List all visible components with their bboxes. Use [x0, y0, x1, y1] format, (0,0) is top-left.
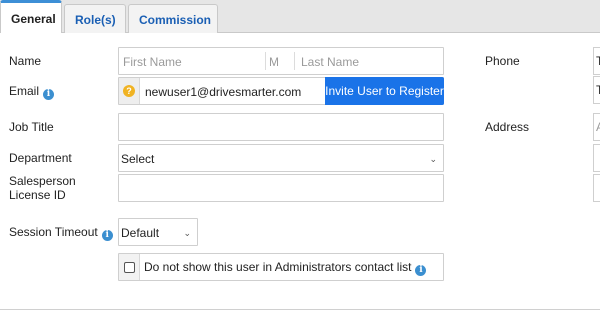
email-label-text: Email: [9, 84, 40, 98]
email-status-indicator: ?: [119, 78, 140, 104]
salesperson-license-label: Salesperson License ID: [9, 174, 76, 202]
job-title-input[interactable]: [118, 113, 444, 141]
session-timeout-selected-value: Default: [121, 226, 160, 240]
department-selected-value: Select: [121, 152, 155, 166]
salesperson-label-line2: License ID: [9, 188, 66, 202]
invite-user-button[interactable]: Invite User to Register: [325, 77, 444, 105]
session-timeout-select[interactable]: Default ⌄: [118, 218, 198, 246]
address-input-2[interactable]: [593, 144, 600, 172]
address-label: Address: [485, 120, 530, 134]
tab-general[interactable]: General: [0, 0, 62, 34]
hide-contact-label: Do not show this user in Administrators …: [144, 260, 427, 276]
first-name-input[interactable]: First Name: [123, 55, 182, 69]
session-timeout-label-text: Session Timeout: [9, 225, 98, 239]
middle-initial-input[interactable]: M: [269, 55, 279, 69]
chevron-down-icon: ⌄: [429, 154, 437, 164]
chevron-down-icon: ⌄: [183, 228, 191, 238]
phone-input-text: T: [596, 54, 600, 68]
address-input-text: A: [596, 120, 600, 134]
email-label: Email i: [9, 84, 55, 100]
phone-input-2[interactable]: T: [593, 76, 600, 104]
general-panel: Name First Name M Last Name Phone T T Em…: [0, 33, 600, 310]
tab-roles[interactable]: Role(s): [64, 4, 126, 34]
last-name-input[interactable]: Last Name: [301, 55, 359, 69]
email-field-group: ? newuser1@drivesmarter.com Invite User …: [118, 77, 444, 105]
name-field-group: First Name M Last Name: [118, 47, 444, 75]
tab-commission[interactable]: Commission: [128, 4, 218, 34]
divider: [265, 52, 266, 70]
phone-input[interactable]: T: [593, 47, 600, 75]
tab-strip: General Role(s) Commission: [0, 0, 600, 34]
phone-input-2-text: T: [596, 83, 600, 97]
info-icon[interactable]: i: [101, 229, 113, 241]
question-icon: ?: [123, 85, 135, 97]
hide-contact-option: Do not show this user in Administrators …: [118, 253, 444, 281]
address-input-3[interactable]: [593, 174, 600, 202]
address-input[interactable]: A: [593, 113, 600, 141]
phone-label: Phone: [485, 54, 520, 68]
divider: [294, 52, 295, 70]
info-icon[interactable]: i: [415, 264, 427, 276]
session-timeout-label: Session Timeout i: [9, 225, 113, 241]
hide-contact-label-text: Do not show this user in Administrators …: [144, 260, 412, 274]
hide-contact-checkbox[interactable]: [124, 262, 135, 273]
email-input[interactable]: newuser1@drivesmarter.com: [145, 85, 301, 99]
salesperson-license-input[interactable]: [118, 174, 444, 202]
department-label: Department: [9, 151, 72, 165]
department-select[interactable]: Select ⌄: [118, 144, 444, 172]
info-icon[interactable]: i: [43, 88, 55, 100]
job-title-label: Job Title: [9, 120, 54, 134]
salesperson-label-line1: Salesperson: [9, 174, 76, 188]
name-label: Name: [9, 54, 42, 68]
